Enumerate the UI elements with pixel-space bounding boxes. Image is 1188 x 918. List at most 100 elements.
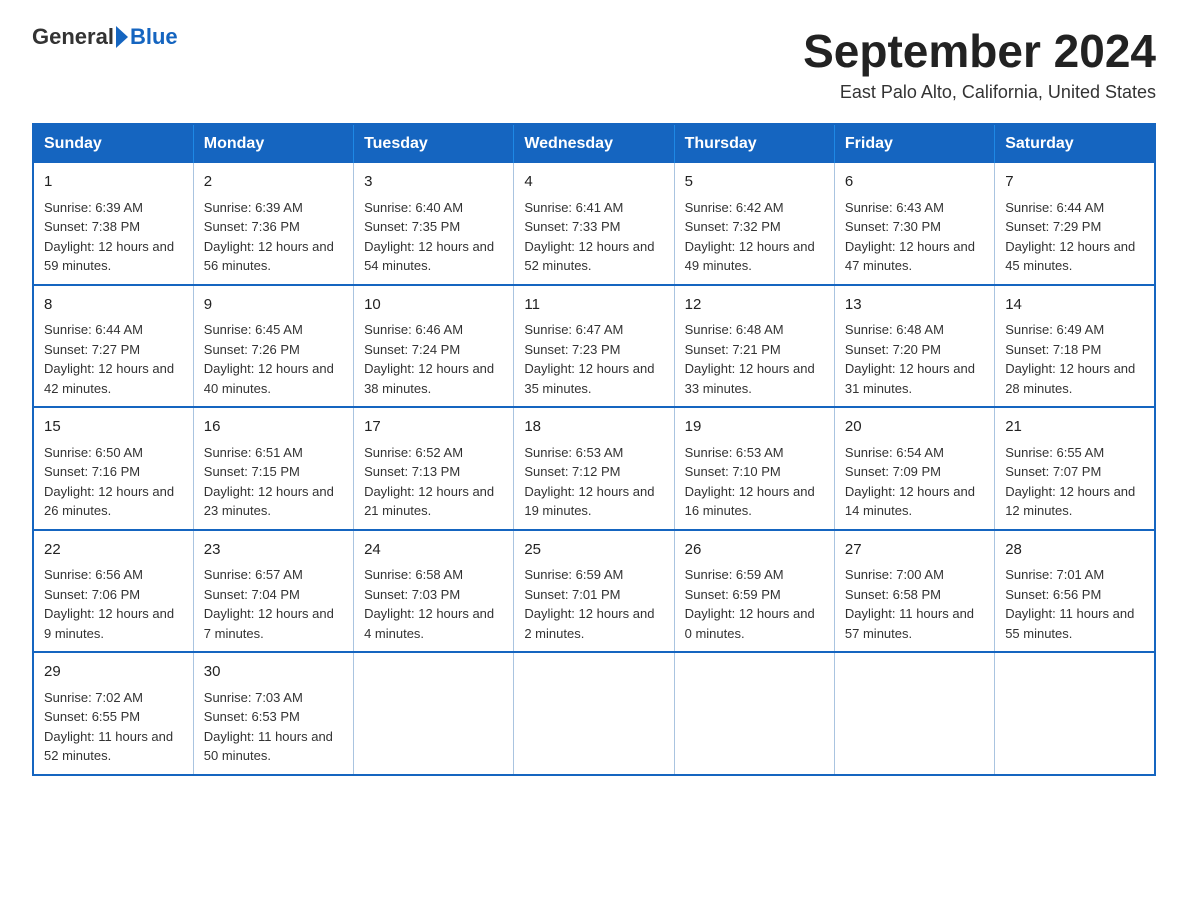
logo-text-general: General (32, 24, 114, 50)
day-number: 20 (845, 416, 984, 439)
day-info: Sunrise: 6:46 AMSunset: 7:24 PMDaylight:… (364, 322, 494, 396)
day-info: Sunrise: 6:53 AMSunset: 7:12 PMDaylight:… (524, 445, 654, 519)
calendar-header-row: SundayMondayTuesdayWednesdayThursdayFrid… (33, 124, 1155, 163)
calendar-cell: 20 Sunrise: 6:54 AMSunset: 7:09 PMDayligh… (834, 407, 994, 530)
day-number: 9 (204, 294, 343, 317)
calendar-cell: 21 Sunrise: 6:55 AMSunset: 7:07 PMDayligh… (995, 407, 1155, 530)
col-header-saturday: Saturday (995, 124, 1155, 163)
day-number: 11 (524, 294, 663, 317)
week-row-2: 8 Sunrise: 6:44 AMSunset: 7:27 PMDaylight… (33, 285, 1155, 408)
day-info: Sunrise: 7:03 AMSunset: 6:53 PMDaylight:… (204, 690, 333, 764)
day-number: 5 (685, 171, 824, 194)
col-header-tuesday: Tuesday (354, 124, 514, 163)
calendar-cell (354, 652, 514, 775)
day-number: 22 (44, 539, 183, 562)
calendar-cell: 18 Sunrise: 6:53 AMSunset: 7:12 PMDayligh… (514, 407, 674, 530)
calendar-cell: 7 Sunrise: 6:44 AMSunset: 7:29 PMDaylight… (995, 163, 1155, 285)
page-subtitle: East Palo Alto, California, United State… (803, 82, 1156, 103)
calendar-cell: 24Sunrise: 6:58 AMSunset: 7:03 PMDayligh… (354, 530, 514, 653)
calendar-cell: 3 Sunrise: 6:40 AMSunset: 7:35 PMDaylight… (354, 163, 514, 285)
calendar-cell: 10 Sunrise: 6:46 AMSunset: 7:24 PMDayligh… (354, 285, 514, 408)
page-header: General Blue September 2024 East Palo Al… (32, 24, 1156, 103)
day-info: Sunrise: 6:55 AMSunset: 7:07 PMDaylight:… (1005, 445, 1135, 519)
day-number: 14 (1005, 294, 1144, 317)
day-number: 4 (524, 171, 663, 194)
calendar-cell: 13 Sunrise: 6:48 AMSunset: 7:20 PMDayligh… (834, 285, 994, 408)
calendar-cell: 14 Sunrise: 6:49 AMSunset: 7:18 PMDayligh… (995, 285, 1155, 408)
calendar-cell: 4 Sunrise: 6:41 AMSunset: 7:33 PMDaylight… (514, 163, 674, 285)
day-number: 27 (845, 539, 984, 562)
day-number: 3 (364, 171, 503, 194)
day-info: Sunrise: 6:49 AMSunset: 7:18 PMDaylight:… (1005, 322, 1135, 396)
calendar-cell: 12 Sunrise: 6:48 AMSunset: 7:21 PMDayligh… (674, 285, 834, 408)
calendar-cell: 8 Sunrise: 6:44 AMSunset: 7:27 PMDaylight… (33, 285, 193, 408)
week-row-3: 15Sunrise: 6:50 AMSunset: 7:16 PMDayligh… (33, 407, 1155, 530)
calendar-cell: 29Sunrise: 7:02 AMSunset: 6:55 PMDayligh… (33, 652, 193, 775)
logo-text-blue: Blue (130, 24, 178, 50)
col-header-monday: Monday (193, 124, 353, 163)
calendar-table: SundayMondayTuesdayWednesdayThursdayFrid… (32, 123, 1156, 776)
day-number: 2 (204, 171, 343, 194)
day-number: 10 (364, 294, 503, 317)
day-number: 26 (685, 539, 824, 562)
day-info: Sunrise: 7:00 AMSunset: 6:58 PMDaylight:… (845, 567, 974, 641)
col-header-thursday: Thursday (674, 124, 834, 163)
calendar-cell: 27 Sunrise: 7:00 AMSunset: 6:58 PMDayligh… (834, 530, 994, 653)
day-info: Sunrise: 6:57 AMSunset: 7:04 PMDaylight:… (204, 567, 334, 641)
day-info: Sunrise: 6:44 AMSunset: 7:27 PMDaylight:… (44, 322, 174, 396)
day-info: Sunrise: 6:48 AMSunset: 7:21 PMDaylight:… (685, 322, 815, 396)
col-header-wednesday: Wednesday (514, 124, 674, 163)
calendar-cell (995, 652, 1155, 775)
calendar-cell: 5 Sunrise: 6:42 AMSunset: 7:32 PMDaylight… (674, 163, 834, 285)
day-info: Sunrise: 6:39 AMSunset: 7:36 PMDaylight:… (204, 200, 334, 274)
day-info: Sunrise: 6:59 AMSunset: 6:59 PMDaylight:… (685, 567, 815, 641)
calendar-cell: 30 Sunrise: 7:03 AMSunset: 6:53 PMDayligh… (193, 652, 353, 775)
calendar-cell: 17Sunrise: 6:52 AMSunset: 7:13 PMDayligh… (354, 407, 514, 530)
calendar-cell: 1 Sunrise: 6:39 AMSunset: 7:38 PMDaylight… (33, 163, 193, 285)
day-info: Sunrise: 6:52 AMSunset: 7:13 PMDaylight:… (364, 445, 494, 519)
day-info: Sunrise: 6:39 AMSunset: 7:38 PMDaylight:… (44, 200, 174, 274)
day-info: Sunrise: 6:50 AMSunset: 7:16 PMDaylight:… (44, 445, 174, 519)
calendar-cell: 25 Sunrise: 6:59 AMSunset: 7:01 PMDayligh… (514, 530, 674, 653)
calendar-cell: 28Sunrise: 7:01 AMSunset: 6:56 PMDayligh… (995, 530, 1155, 653)
day-number: 1 (44, 171, 183, 194)
calendar-cell (514, 652, 674, 775)
logo[interactable]: General Blue (32, 24, 178, 50)
day-info: Sunrise: 6:53 AMSunset: 7:10 PMDaylight:… (685, 445, 815, 519)
day-number: 23 (204, 539, 343, 562)
day-info: Sunrise: 6:43 AMSunset: 7:30 PMDaylight:… (845, 200, 975, 274)
day-number: 18 (524, 416, 663, 439)
day-info: Sunrise: 6:45 AMSunset: 7:26 PMDaylight:… (204, 322, 334, 396)
calendar-cell: 9 Sunrise: 6:45 AMSunset: 7:26 PMDaylight… (193, 285, 353, 408)
day-number: 16 (204, 416, 343, 439)
day-info: Sunrise: 7:01 AMSunset: 6:56 PMDaylight:… (1005, 567, 1134, 641)
day-number: 29 (44, 661, 183, 684)
day-info: Sunrise: 6:44 AMSunset: 7:29 PMDaylight:… (1005, 200, 1135, 274)
day-number: 13 (845, 294, 984, 317)
day-number: 12 (685, 294, 824, 317)
day-number: 8 (44, 294, 183, 317)
day-info: Sunrise: 6:48 AMSunset: 7:20 PMDaylight:… (845, 322, 975, 396)
day-number: 21 (1005, 416, 1144, 439)
day-info: Sunrise: 6:58 AMSunset: 7:03 PMDaylight:… (364, 567, 494, 641)
day-number: 7 (1005, 171, 1144, 194)
day-number: 30 (204, 661, 343, 684)
day-number: 25 (524, 539, 663, 562)
calendar-cell: 23 Sunrise: 6:57 AMSunset: 7:04 PMDayligh… (193, 530, 353, 653)
week-row-4: 22 Sunrise: 6:56 AMSunset: 7:06 PMDayligh… (33, 530, 1155, 653)
calendar-cell: 6 Sunrise: 6:43 AMSunset: 7:30 PMDaylight… (834, 163, 994, 285)
day-info: Sunrise: 6:41 AMSunset: 7:33 PMDaylight:… (524, 200, 654, 274)
day-info: Sunrise: 6:56 AMSunset: 7:06 PMDaylight:… (44, 567, 174, 641)
calendar-cell (674, 652, 834, 775)
day-info: Sunrise: 6:42 AMSunset: 7:32 PMDaylight:… (685, 200, 815, 274)
calendar-cell (834, 652, 994, 775)
day-number: 19 (685, 416, 824, 439)
day-number: 6 (845, 171, 984, 194)
day-info: Sunrise: 6:59 AMSunset: 7:01 PMDaylight:… (524, 567, 654, 641)
calendar-cell: 15Sunrise: 6:50 AMSunset: 7:16 PMDayligh… (33, 407, 193, 530)
col-header-friday: Friday (834, 124, 994, 163)
day-info: Sunrise: 6:40 AMSunset: 7:35 PMDaylight:… (364, 200, 494, 274)
logo-triangle-icon (116, 26, 128, 48)
day-info: Sunrise: 6:54 AMSunset: 7:09 PMDaylight:… (845, 445, 975, 519)
calendar-cell: 2 Sunrise: 6:39 AMSunset: 7:36 PMDaylight… (193, 163, 353, 285)
